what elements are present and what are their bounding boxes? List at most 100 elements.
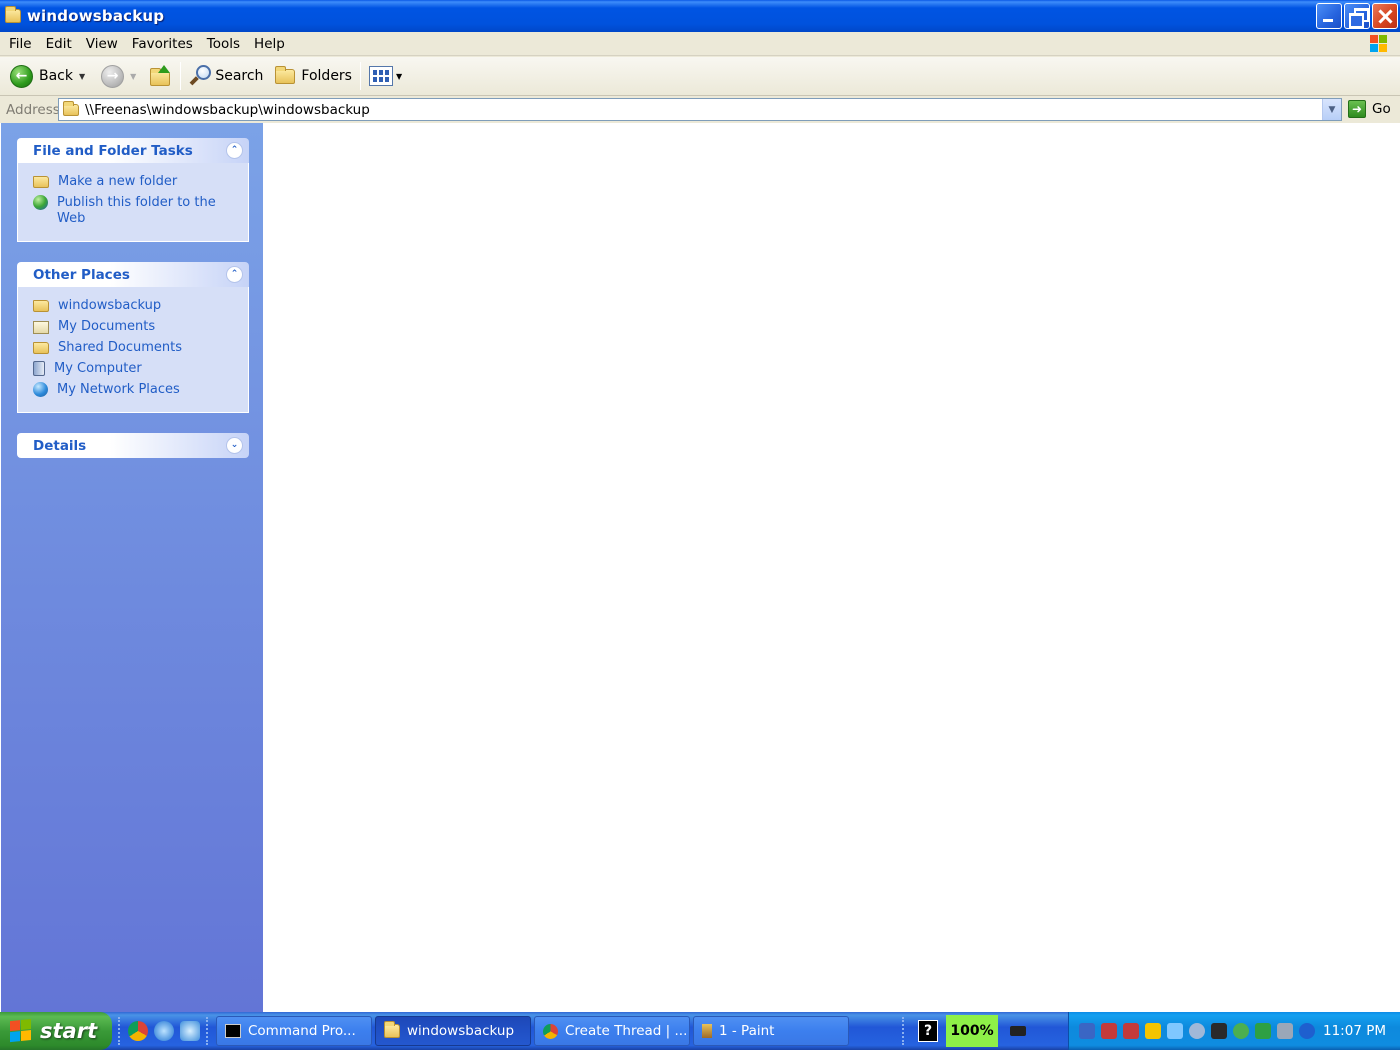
paint-icon <box>702 1024 712 1038</box>
place-shared-documents[interactable]: Shared Documents <box>33 340 240 356</box>
bluetooth-icon[interactable] <box>1299 1023 1315 1039</box>
new-folder-icon <box>33 176 49 188</box>
display-icon[interactable] <box>1211 1023 1227 1039</box>
folders-label: Folders <box>301 68 352 84</box>
menu-file[interactable]: File <box>0 36 39 52</box>
file-list-area[interactable] <box>263 123 1400 1012</box>
power-plug-icon[interactable] <box>1010 1026 1026 1036</box>
network-icon[interactable] <box>1079 1023 1095 1039</box>
panel-body: windowsbackup My Documents Shared Docume… <box>17 287 249 413</box>
place-my-documents[interactable]: My Documents <box>33 319 240 335</box>
file-folder-tasks-header[interactable]: File and Folder Tasks ⌃ <box>17 138 249 163</box>
my-documents-icon <box>33 321 49 334</box>
globe-icon <box>33 195 48 210</box>
place-windowsbackup[interactable]: windowsbackup <box>33 298 240 314</box>
folder-icon <box>5 6 21 23</box>
place-label[interactable]: My Documents <box>58 319 155 335</box>
restore-button[interactable] <box>1344 3 1370 29</box>
task-publish-folder[interactable]: Publish this folder to the Web <box>33 195 240 227</box>
windows-logo-icon <box>1370 35 1388 53</box>
taskbar-create-thread[interactable]: Create Thread | ... <box>534 1016 690 1046</box>
folder-icon <box>384 1021 400 1038</box>
place-label[interactable]: Shared Documents <box>58 340 182 356</box>
speaker-icon[interactable] <box>1189 1023 1205 1039</box>
panel-title: Other Places <box>33 266 130 283</box>
place-my-computer[interactable]: My Computer <box>33 361 240 377</box>
taskbar-command-prompt[interactable]: Command Pro... <box>216 1016 372 1046</box>
folders-icon <box>275 65 296 84</box>
up-button[interactable] <box>146 60 176 92</box>
panel-body: Make a new folder Publish this folder to… <box>17 163 249 242</box>
back-dropdown-icon[interactable]: ▼ <box>79 72 85 81</box>
address-dropdown-button[interactable]: ▼ <box>1322 99 1341 120</box>
collapse-chevron-icon[interactable]: ⌃ <box>226 266 243 283</box>
back-label: Back <box>39 68 73 84</box>
views-button[interactable]: ▼ <box>365 60 406 92</box>
menu-favorites[interactable]: Favorites <box>125 36 200 52</box>
start-label: start <box>40 1019 98 1043</box>
views-dropdown-icon[interactable]: ▼ <box>396 72 402 81</box>
forward-button[interactable]: → ▼ <box>97 60 140 92</box>
check-icon[interactable] <box>1255 1023 1271 1039</box>
task-label[interactable]: Make a new folder <box>58 174 177 190</box>
network-disconnected-icon[interactable] <box>1123 1023 1139 1039</box>
network-folder-icon <box>33 300 49 312</box>
menu-help[interactable]: Help <box>247 36 292 52</box>
place-label[interactable]: My Network Places <box>57 382 180 398</box>
chrome-icon <box>543 1023 558 1039</box>
clock[interactable]: 11:07 PM <box>1323 1023 1386 1039</box>
chrome-icon[interactable] <box>128 1021 148 1041</box>
address-bar: Address \\Freenas\windowsbackup\windowsb… <box>0 97 1400 123</box>
back-button[interactable]: ← Back ▼ <box>6 60 89 92</box>
search-button[interactable]: Search <box>185 60 267 92</box>
address-input[interactable]: \\Freenas\windowsbackup\windowsbackup ▼ <box>58 98 1342 121</box>
forward-arrow-icon: → <box>101 64 125 88</box>
my-computer-icon <box>33 361 45 376</box>
toolbar: ← Back ▼ → ▼ Search Folders ▼ <box>0 57 1400 96</box>
back-arrow-icon: ← <box>10 64 33 88</box>
title-bar[interactable]: windowsbackup <box>0 0 1400 32</box>
command-prompt-icon <box>225 1024 241 1038</box>
folders-button[interactable]: Folders <box>271 60 356 92</box>
go-arrow-icon: ➜ <box>1348 100 1366 118</box>
menu-edit[interactable]: Edit <box>39 36 79 52</box>
other-places-header[interactable]: Other Places ⌃ <box>17 262 249 287</box>
battery-indicator[interactable]: 100% <box>946 1015 998 1047</box>
security-icon[interactable] <box>1145 1023 1161 1039</box>
quicklaunch-grip[interactable] <box>118 1017 122 1045</box>
help-icon[interactable]: ? <box>918 1020 938 1042</box>
windows-flag-icon <box>10 1018 32 1043</box>
network-disconnected-icon[interactable] <box>1101 1023 1117 1039</box>
internet-explorer-icon[interactable] <box>154 1021 174 1041</box>
tray-grip[interactable] <box>902 1017 906 1045</box>
menu-tools[interactable]: Tools <box>200 36 247 52</box>
system-tray: 11:07 PM <box>1068 1012 1400 1050</box>
printer-icon[interactable] <box>1277 1023 1293 1039</box>
place-my-network-places[interactable]: My Network Places <box>33 382 240 398</box>
place-label[interactable]: My Computer <box>54 361 142 377</box>
forward-dropdown-icon[interactable]: ▼ <box>130 72 136 81</box>
address-value[interactable]: \\Freenas\windowsbackup\windowsbackup <box>85 102 370 118</box>
minimize-button[interactable] <box>1316 3 1342 29</box>
menu-view[interactable]: View <box>79 36 125 52</box>
taskbar: start Command Pro... windowsbackup Creat… <box>0 1012 1400 1050</box>
task-label[interactable]: Publish this folder to the Web <box>57 195 240 227</box>
start-button[interactable]: start <box>0 1012 112 1050</box>
taskbar-paint[interactable]: 1 - Paint <box>693 1016 849 1046</box>
collapse-chevron-icon[interactable]: ⌃ <box>226 142 243 159</box>
up-folder-icon <box>150 65 172 87</box>
wireless-icon[interactable] <box>1167 1023 1183 1039</box>
taskbar-windowsbackup[interactable]: windowsbackup <box>375 1016 531 1046</box>
expand-chevron-icon[interactable]: ⌄ <box>226 437 243 454</box>
close-button[interactable] <box>1372 3 1398 29</box>
task-make-new-folder[interactable]: Make a new folder <box>33 174 240 190</box>
taskbar-button-label: Command Pro... <box>248 1023 356 1039</box>
go-button[interactable]: ➜ Go <box>1348 100 1391 118</box>
place-label[interactable]: windowsbackup <box>58 298 161 314</box>
taskbar-grip[interactable] <box>206 1017 210 1045</box>
update-icon[interactable] <box>1233 1023 1249 1039</box>
search-icon <box>189 65 212 87</box>
other-places-panel: Other Places ⌃ windowsbackup My Document… <box>17 262 249 413</box>
ie-settings-icon[interactable] <box>180 1021 200 1041</box>
details-header[interactable]: Details ⌄ <box>17 433 249 458</box>
